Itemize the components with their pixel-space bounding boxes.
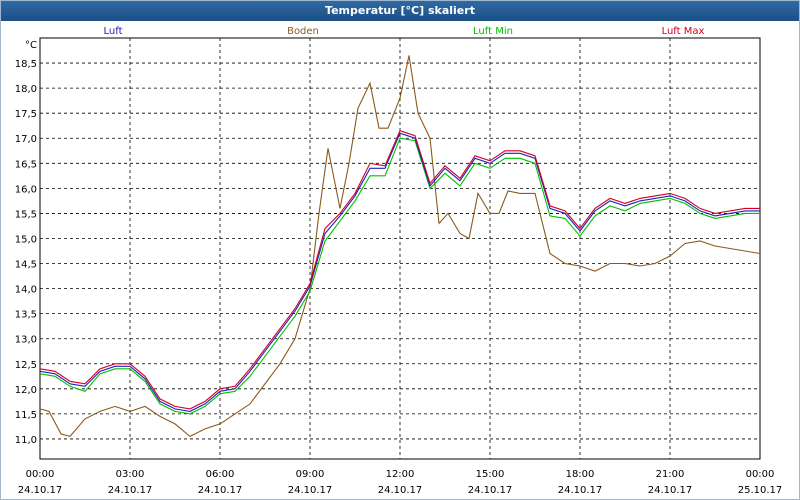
y-tick-label: 11,0 <box>15 435 37 446</box>
y-tick-label: 12,0 <box>15 385 37 396</box>
x-tick-date: 24.10.17 <box>198 485 243 496</box>
legend-item: Luft Min <box>473 26 513 37</box>
y-tick-label: 14,5 <box>15 260 37 271</box>
x-tick-time: 09:00 <box>296 469 325 480</box>
y-tick-label: 15,5 <box>15 209 37 220</box>
x-tick-time: 21:00 <box>656 469 685 480</box>
legend-item: Luft Max <box>662 26 705 37</box>
y-tick-label: 13,0 <box>15 335 37 346</box>
legend-item: Luft <box>104 26 123 37</box>
x-tick-time: 03:00 <box>116 469 145 480</box>
x-tick-date: 24.10.17 <box>108 485 153 496</box>
y-tick-label: 16,0 <box>15 184 37 195</box>
x-tick-date: 25.10.17 <box>738 485 783 496</box>
x-tick-date: 24.10.17 <box>558 485 603 496</box>
x-tick-date: 24.10.17 <box>288 485 333 496</box>
y-tick-label: 11,5 <box>15 410 37 421</box>
x-tick-time: 18:00 <box>566 469 595 480</box>
x-tick-time: 15:00 <box>476 469 505 480</box>
x-tick-date: 24.10.17 <box>468 485 513 496</box>
x-tick-date: 24.10.17 <box>378 485 423 496</box>
x-tick-time: 12:00 <box>386 469 415 480</box>
x-tick-time: 00:00 <box>746 469 775 480</box>
chart: 11,0 11,5 12,0 12,5 13,0 13,5 14,0 14,5 15,0 15,5… <box>15 26 783 496</box>
x-tick-time: 06:00 <box>206 469 235 480</box>
x-tick-date: 24.10.17 <box>18 485 63 496</box>
y-tick-label: 12,5 <box>15 360 37 371</box>
y-tick-label: 18,5 <box>15 59 37 70</box>
y-tick-label: 18,0 <box>15 84 37 95</box>
y-axis-label: °C <box>25 40 37 51</box>
x-tick-time: 00:00 <box>26 469 55 480</box>
y-tick-label: 15,0 <box>15 234 37 245</box>
y-tick-label: 13,5 <box>15 310 37 321</box>
legend-item: Boden <box>287 26 319 37</box>
y-tick-label: 17,5 <box>15 109 37 120</box>
y-tick-label: 14,0 <box>15 285 37 296</box>
y-tick-label: 17,0 <box>15 134 37 145</box>
y-tick-label: 16,5 <box>15 159 37 170</box>
x-tick-date: 24.10.17 <box>648 485 693 496</box>
